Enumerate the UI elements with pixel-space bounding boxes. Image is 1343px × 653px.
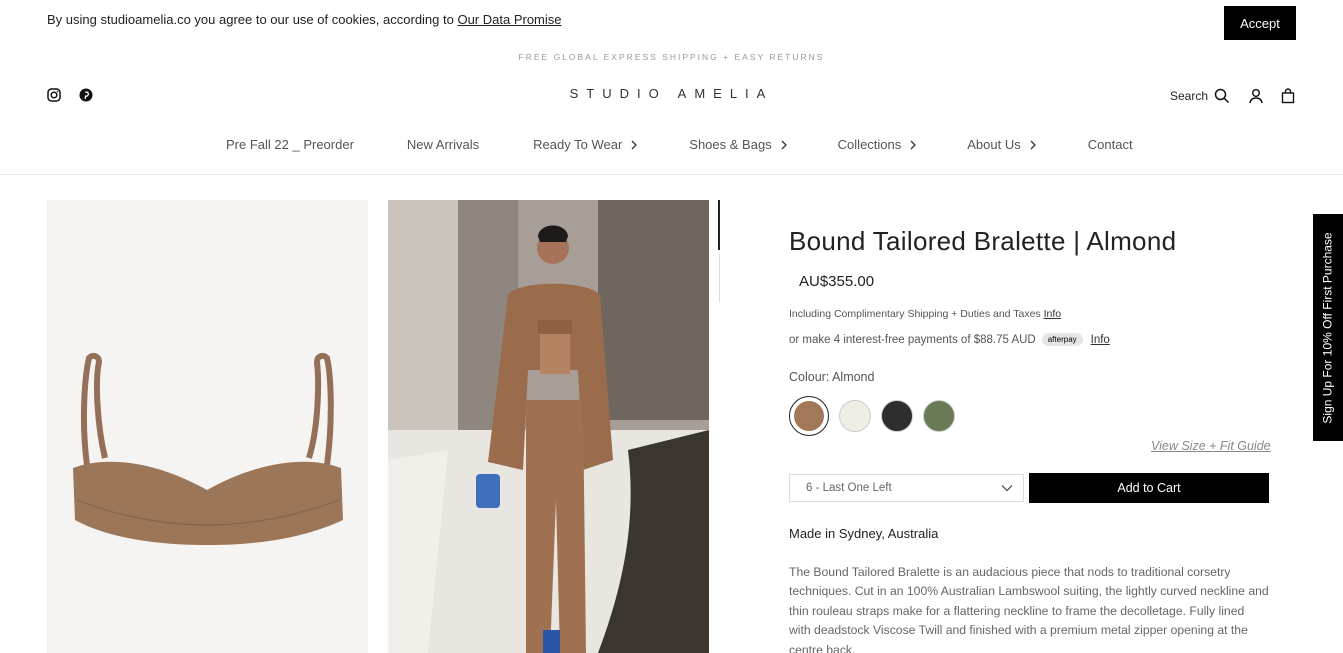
header-divider xyxy=(0,174,1343,175)
shipping-text: Including Complimentary Shipping + Dutie… xyxy=(789,308,1044,320)
nav-label: Pre Fall 22 _ Preorder xyxy=(226,137,354,152)
cart-icon[interactable] xyxy=(1280,88,1296,104)
size-select[interactable]: 6 - Last One Left xyxy=(789,474,1024,502)
afterpay-info-link[interactable]: Info xyxy=(1091,334,1110,346)
nav-contact[interactable]: Contact xyxy=(1088,137,1133,152)
nav-label: Contact xyxy=(1087,137,1133,152)
data-promise-link[interactable]: Our Data Promise xyxy=(457,12,561,27)
gallery-indicator[interactable] xyxy=(719,254,720,302)
nav-shoes-bags[interactable]: Shoes & Bags xyxy=(689,137,787,152)
search-label[interactable]: Search xyxy=(1170,89,1208,103)
nav-collections[interactable]: Collections xyxy=(838,137,918,152)
colour-label: Colour: Almond xyxy=(789,370,875,384)
nav-label: Collections xyxy=(837,137,902,152)
chevron-right-icon xyxy=(910,140,917,149)
cookie-bar: By using studioamelia.co you agree to ou… xyxy=(0,0,1343,44)
site-logo[interactable]: STUDIO AMELIA xyxy=(0,86,1343,101)
afterpay-text: or make 4 interest-free payments of $88.… xyxy=(789,333,1036,346)
swatch-olive[interactable] xyxy=(923,400,955,432)
afterpay-logo: afterpay xyxy=(1041,333,1083,346)
chevron-right-icon xyxy=(1030,140,1036,149)
cookie-message: By using studioamelia.co you agree to ou… xyxy=(47,12,562,27)
swatch-black[interactable] xyxy=(881,400,913,432)
chevron-right-icon xyxy=(781,140,787,149)
nav-pre-fall[interactable]: Pre Fall 22 _ Preorder xyxy=(226,137,354,152)
accept-cookies-button[interactable]: Accept xyxy=(1224,6,1296,40)
signup-tab[interactable]: Sign Up For 10% Off First Purchase xyxy=(1313,214,1343,441)
nav-label: New Arrivals xyxy=(406,137,480,152)
search-icon[interactable] xyxy=(1214,88,1230,104)
product-image-runway[interactable] xyxy=(388,200,709,653)
colour-swatches xyxy=(789,396,955,436)
product-description: The Bound Tailored Bralette is an audaci… xyxy=(789,565,1269,653)
gallery-indicator-active[interactable] xyxy=(718,200,720,250)
nav-about-us[interactable]: About Us xyxy=(967,137,1036,152)
cookie-text: By using studioamelia.co you agree to ou… xyxy=(47,12,458,27)
account-icon[interactable] xyxy=(1248,88,1264,104)
size-selected-value: 6 - Last One Left xyxy=(806,482,892,494)
chevron-right-icon xyxy=(631,140,638,149)
add-to-cart-button[interactable]: Add to Cart xyxy=(1029,473,1269,503)
swatch-fill xyxy=(794,401,824,431)
size-guide-link[interactable]: View Size + Fit Guide xyxy=(1151,439,1271,453)
product-price: AU$355.00 xyxy=(799,273,875,290)
nav-label: About Us xyxy=(967,137,1021,152)
header-actions: Search xyxy=(1170,88,1296,104)
product-title: Bound Tailored Bralette | Almond xyxy=(789,226,1177,256)
made-in-label: Made in Sydney, Australia xyxy=(789,526,939,541)
product-image-flat[interactable] xyxy=(47,200,368,653)
afterpay-note: or make 4 interest-free payments of $88.… xyxy=(789,333,1110,346)
promo-banner: FREE GLOBAL EXPRESS SHIPPING + EASY RETU… xyxy=(518,52,825,62)
nav-label: Ready To Wear xyxy=(533,137,623,152)
nav-label: Shoes & Bags xyxy=(689,137,772,152)
swatch-almond[interactable] xyxy=(789,396,829,436)
signup-tab-label: Sign Up For 10% Off First Purchase xyxy=(1321,231,1335,424)
shipping-info-link[interactable]: Info xyxy=(1044,308,1062,320)
shipping-note: Including Complimentary Shipping + Dutie… xyxy=(789,308,1061,320)
nav-new-arrivals[interactable]: New Arrivals xyxy=(407,137,479,152)
swatch-ivory[interactable] xyxy=(839,400,871,432)
nav-ready-to-wear[interactable]: Ready To Wear xyxy=(533,137,638,152)
chevron-down-icon xyxy=(1001,485,1013,492)
main-nav: Pre Fall 22 _ Preorder New Arrivals Read… xyxy=(226,137,1133,152)
